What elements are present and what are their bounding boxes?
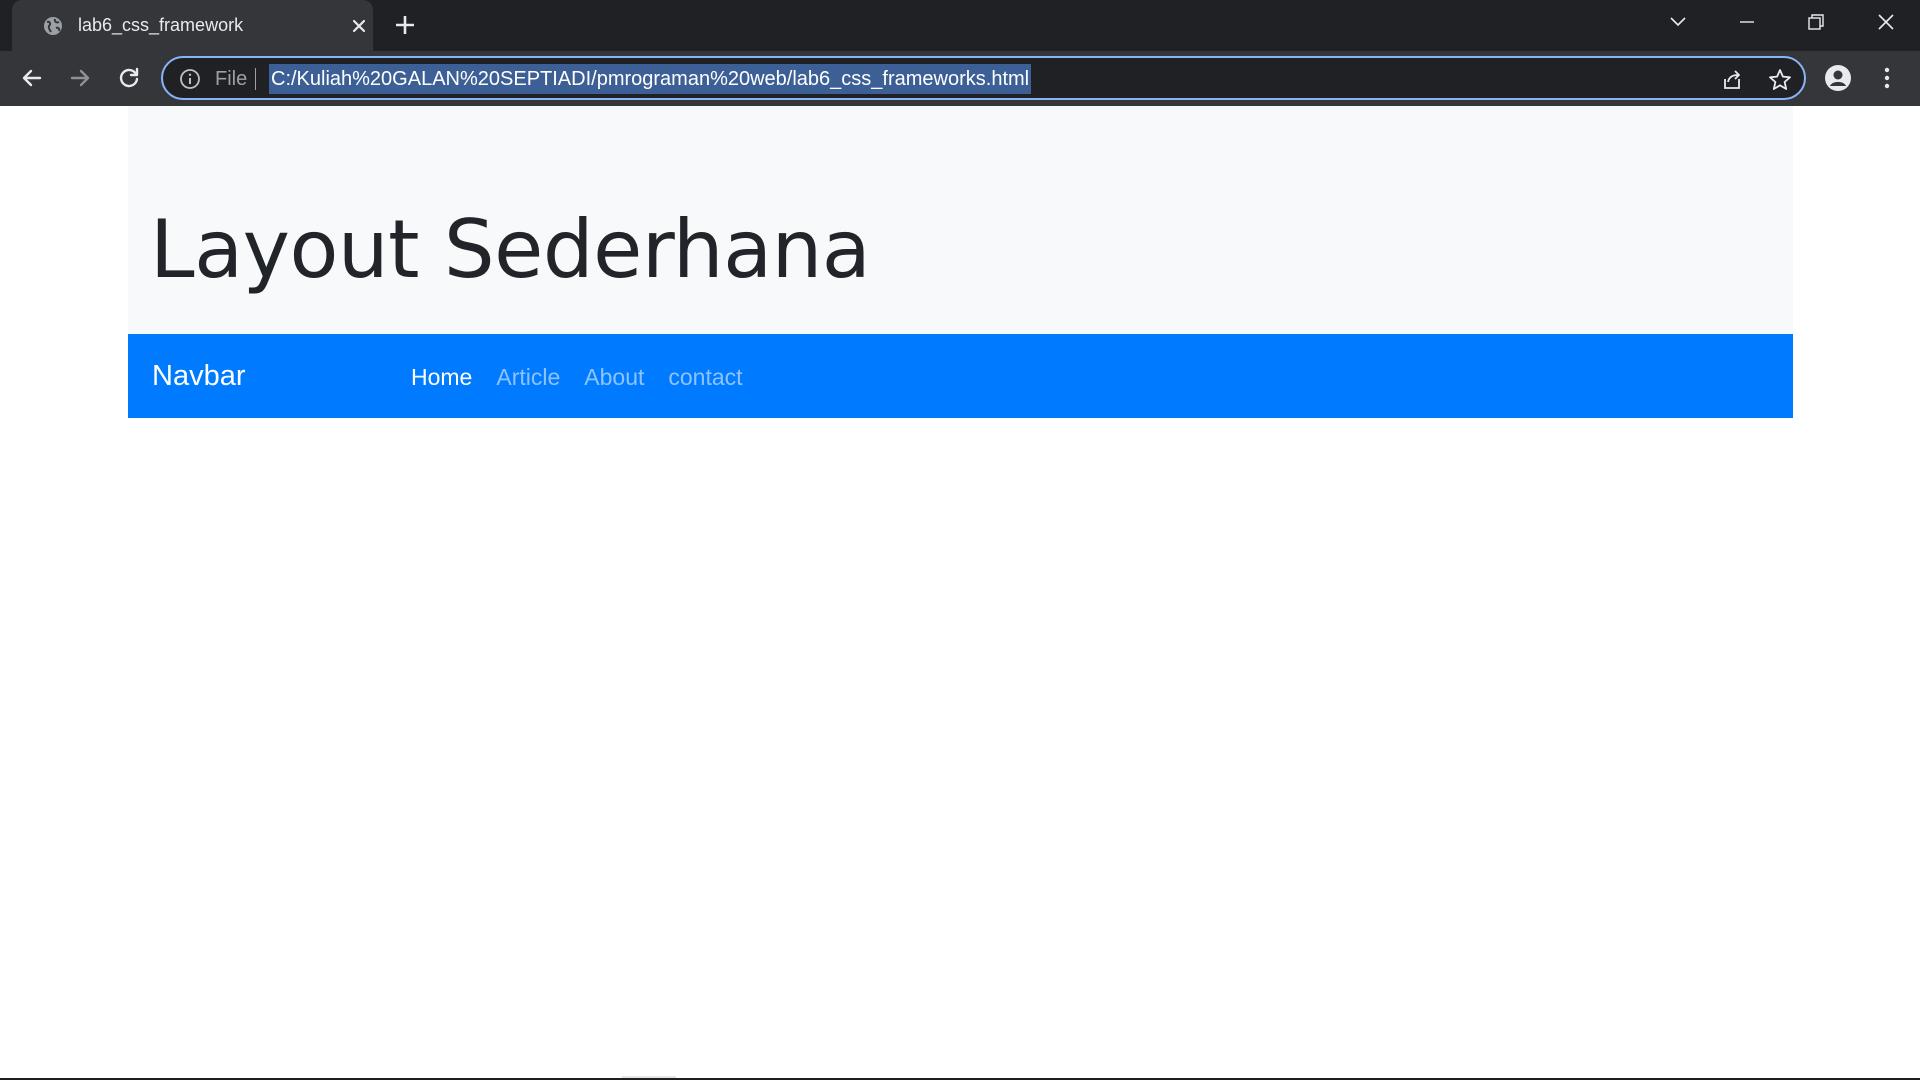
url-text[interactable]: C:/Kuliah%20GALAN%20SEPTIADI/pmrograman%…: [269, 64, 1032, 94]
star-icon[interactable]: [1767, 67, 1793, 93]
info-icon[interactable]: [179, 68, 201, 90]
globe-icon: [44, 17, 62, 35]
close-icon[interactable]: [348, 15, 370, 37]
tab-title: lab6_css_framework: [78, 15, 244, 35]
nav-link-home[interactable]: Home: [411, 364, 472, 390]
arrow-right-icon[interactable]: [66, 64, 94, 92]
person-icon[interactable]: [1824, 64, 1852, 92]
nav-link-about[interactable]: About: [584, 364, 644, 390]
share-icon[interactable]: [1719, 67, 1745, 93]
restore-icon[interactable]: [1804, 10, 1828, 34]
address-bar[interactable]: File C:/Kuliah%20GALAN%20SEPTIADI/pmrogr…: [161, 56, 1806, 100]
close-icon[interactable]: [1874, 10, 1898, 34]
browser-tabstrip: lab6_css_framework: [0, 0, 1920, 51]
nav-links: Home Article About contact: [411, 364, 743, 391]
browser-toolbar: File C:/Kuliah%20GALAN%20SEPTIADI/pmrogr…: [0, 51, 1920, 106]
scheme-divider: [255, 68, 256, 90]
navbar-brand[interactable]: Navbar: [152, 360, 246, 393]
arrow-left-icon[interactable]: [18, 64, 46, 92]
scheme-label: File: [215, 68, 248, 90]
nav-item-article: Article: [496, 364, 560, 391]
nav-link-article[interactable]: Article: [496, 364, 560, 390]
jumbotron: Layout Sederhana: [128, 106, 1793, 334]
plus-icon[interactable]: [393, 13, 417, 37]
nav-item-contact: contact: [668, 364, 742, 391]
nav-item-about: About: [584, 364, 644, 391]
navbar: Navbar Home Article About contact: [128, 334, 1793, 418]
browser-tab[interactable]: lab6_css_framework: [12, 0, 373, 51]
nav-item-home: Home: [411, 364, 472, 391]
page-container: Layout Sederhana Navbar Home Article Abo…: [128, 106, 1793, 418]
chevron-down-icon[interactable]: [1666, 10, 1690, 34]
reload-icon[interactable]: [115, 64, 143, 92]
kebab-menu-icon[interactable]: [1873, 64, 1901, 92]
page-title: Layout Sederhana: [150, 203, 871, 296]
nav-link-contact[interactable]: contact: [668, 364, 742, 390]
minimize-icon[interactable]: [1735, 10, 1759, 34]
page-viewport: Layout Sederhana Navbar Home Article Abo…: [0, 106, 1920, 1080]
